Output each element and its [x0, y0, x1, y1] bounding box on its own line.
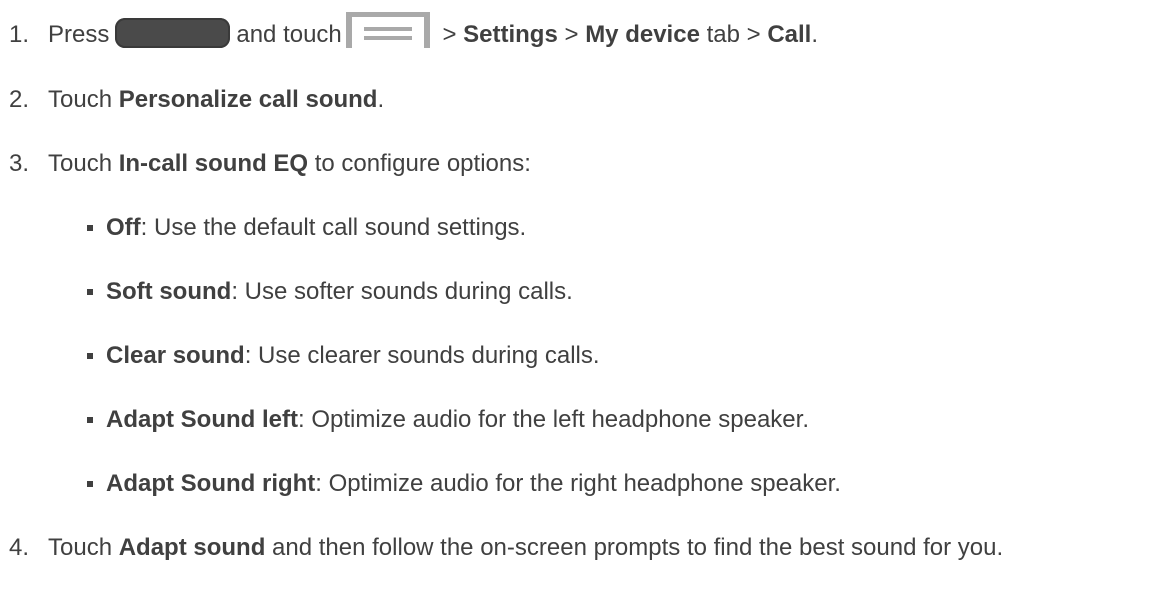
option-text: Soft sound: Use softer sounds during cal…: [106, 278, 573, 305]
option-text: Off: Use the default call sound settings…: [106, 214, 527, 241]
step-number: 3.: [9, 150, 30, 177]
option-text: Clear sound: Use clearer sounds during c…: [106, 342, 600, 369]
bullet-icon: [87, 353, 93, 359]
bullet-icon: [87, 417, 93, 423]
option-text: Adapt Sound right: Optimize audio for th…: [106, 470, 841, 497]
step-number: 4.: [9, 534, 30, 561]
settings-label: Settings: [463, 21, 558, 48]
step-number: 2.: [9, 86, 30, 113]
option-text: Adapt Sound left: Optimize audio for the…: [106, 406, 809, 433]
bullet-icon: [87, 225, 93, 231]
home-button-icon: [115, 17, 231, 48]
step-number: 1.: [9, 21, 30, 48]
step-text: Touch In-call sound EQ to configure opti…: [48, 150, 531, 177]
bullet-icon: [87, 289, 93, 295]
menu-key-icon: [345, 11, 430, 48]
step-text: Touch Personalize call sound.: [48, 86, 385, 113]
my-device-label: My device: [585, 21, 700, 48]
step-text: Press and touch > Settings > My device ta…: [48, 11, 818, 51]
call-label: Call: [767, 21, 812, 48]
step-text: Touch Adapt sound and then follow the on…: [48, 534, 1004, 561]
step-4: 4. Touch Adapt sound and then follow the…: [0, 533, 1172, 603]
bullet-icon: [87, 481, 93, 487]
